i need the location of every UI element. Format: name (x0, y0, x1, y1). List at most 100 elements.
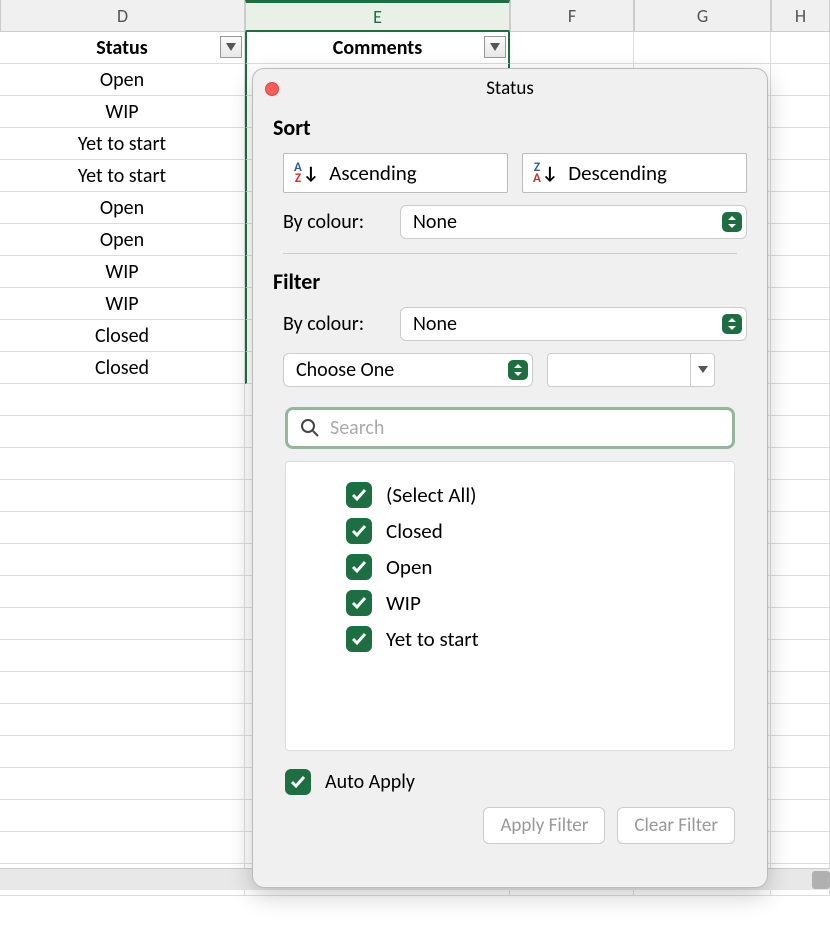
cell[interactable]: Closed (0, 352, 245, 384)
checkbox-checked-icon[interactable] (346, 554, 372, 580)
header-label: Comments (333, 36, 422, 60)
cell[interactable] (771, 64, 830, 96)
cell[interactable] (771, 384, 830, 416)
cell[interactable] (771, 448, 830, 480)
sort-za-icon: ZA↓ (533, 162, 558, 184)
cell[interactable] (771, 672, 830, 704)
select-value: None (413, 312, 457, 336)
column-header-h[interactable]: H (771, 0, 830, 32)
cell[interactable] (771, 480, 830, 512)
list-item[interactable]: WIP (346, 590, 716, 616)
cell[interactable] (771, 128, 830, 160)
cell[interactable] (0, 608, 245, 640)
cell[interactable] (771, 800, 830, 832)
sort-by-colour-select[interactable]: None (400, 205, 747, 239)
cell[interactable]: Yet to start (0, 128, 245, 160)
chevron-updown-icon (722, 212, 742, 232)
cell[interactable] (0, 384, 245, 416)
scrollbar-thumb[interactable] (812, 871, 830, 889)
sort-ascending-button[interactable]: AZ↓ Ascending (283, 153, 508, 193)
filter-by-colour-label: By colour: (283, 312, 388, 336)
cell[interactable] (0, 768, 245, 800)
cell[interactable]: WIP (0, 96, 245, 128)
cell[interactable] (771, 32, 830, 64)
header-label: Status (96, 36, 148, 60)
cell[interactable] (771, 352, 830, 384)
column-header-d[interactable]: D (0, 0, 245, 32)
cell[interactable] (0, 736, 245, 768)
cell[interactable] (0, 448, 245, 480)
cell-header-status[interactable]: Status (0, 32, 245, 64)
cell[interactable]: Open (0, 224, 245, 256)
table-header-row: Status Comments (0, 32, 830, 64)
column-header-g[interactable]: G (634, 0, 771, 32)
cell[interactable] (771, 288, 830, 320)
auto-apply-checkbox[interactable] (285, 769, 311, 795)
cell[interactable] (0, 672, 245, 704)
list-item[interactable]: Yet to start (346, 626, 716, 652)
search-input[interactable] (330, 416, 720, 440)
list-item[interactable]: Open (346, 554, 716, 580)
cell-header-comments[interactable]: Comments (245, 32, 510, 64)
cell[interactable] (771, 544, 830, 576)
filter-value-combobox[interactable] (547, 353, 715, 387)
cell[interactable] (0, 640, 245, 672)
cell[interactable] (0, 416, 245, 448)
cell[interactable] (771, 576, 830, 608)
cell[interactable] (771, 704, 830, 736)
item-label: Closed (386, 518, 443, 544)
cell[interactable] (0, 704, 245, 736)
cell[interactable] (0, 576, 245, 608)
cell[interactable] (0, 800, 245, 832)
cell[interactable] (0, 544, 245, 576)
cell[interactable] (771, 320, 830, 352)
cell[interactable]: WIP (0, 256, 245, 288)
clear-filter-button[interactable]: Clear Filter (617, 807, 735, 844)
filter-by-colour-select[interactable]: None (400, 307, 747, 341)
sort-descending-button[interactable]: ZA↓ Descending (522, 153, 747, 193)
cell[interactable] (510, 32, 634, 64)
cell[interactable] (771, 736, 830, 768)
cell[interactable] (771, 224, 830, 256)
cell[interactable]: Yet to start (0, 160, 245, 192)
cell[interactable] (771, 256, 830, 288)
cell[interactable] (0, 480, 245, 512)
column-header-e[interactable]: E (245, 0, 510, 32)
cell[interactable] (771, 768, 830, 800)
item-label: Yet to start (386, 626, 479, 652)
divider (283, 253, 737, 254)
sort-by-colour-label: By colour: (283, 210, 388, 234)
search-field[interactable] (285, 407, 735, 449)
cell[interactable] (634, 32, 771, 64)
chevron-down-icon[interactable] (690, 354, 714, 386)
filter-condition-select[interactable]: Choose One (283, 353, 533, 387)
cell[interactable] (771, 608, 830, 640)
cell[interactable]: Open (0, 192, 245, 224)
item-label: Open (386, 554, 432, 580)
cell[interactable] (0, 832, 245, 864)
cell[interactable] (771, 160, 830, 192)
cell[interactable] (771, 416, 830, 448)
cell[interactable] (771, 96, 830, 128)
cell[interactable] (771, 832, 830, 864)
filter-dropdown-icon[interactable] (484, 36, 506, 58)
cell[interactable]: Closed (0, 320, 245, 352)
cell[interactable] (771, 192, 830, 224)
checkbox-checked-icon[interactable] (346, 518, 372, 544)
close-icon[interactable] (265, 82, 279, 96)
apply-filter-button[interactable]: Apply Filter (483, 807, 605, 844)
cell[interactable] (771, 512, 830, 544)
checkbox-checked-icon[interactable] (346, 626, 372, 652)
checkbox-checked-icon[interactable] (346, 590, 372, 616)
popup-body: Sort AZ↓ Ascending ZA↓ Descending By col… (253, 108, 767, 864)
list-item[interactable]: Closed (346, 518, 716, 544)
filter-dropdown-icon[interactable] (220, 36, 242, 58)
cell[interactable]: WIP (0, 288, 245, 320)
column-header-f[interactable]: F (510, 0, 634, 32)
list-item[interactable]: (Select All) (346, 482, 716, 508)
sort-az-icon: AZ↓ (294, 162, 319, 184)
checkbox-checked-icon[interactable] (346, 482, 372, 508)
cell[interactable]: Open (0, 64, 245, 96)
cell[interactable] (771, 640, 830, 672)
cell[interactable] (0, 512, 245, 544)
